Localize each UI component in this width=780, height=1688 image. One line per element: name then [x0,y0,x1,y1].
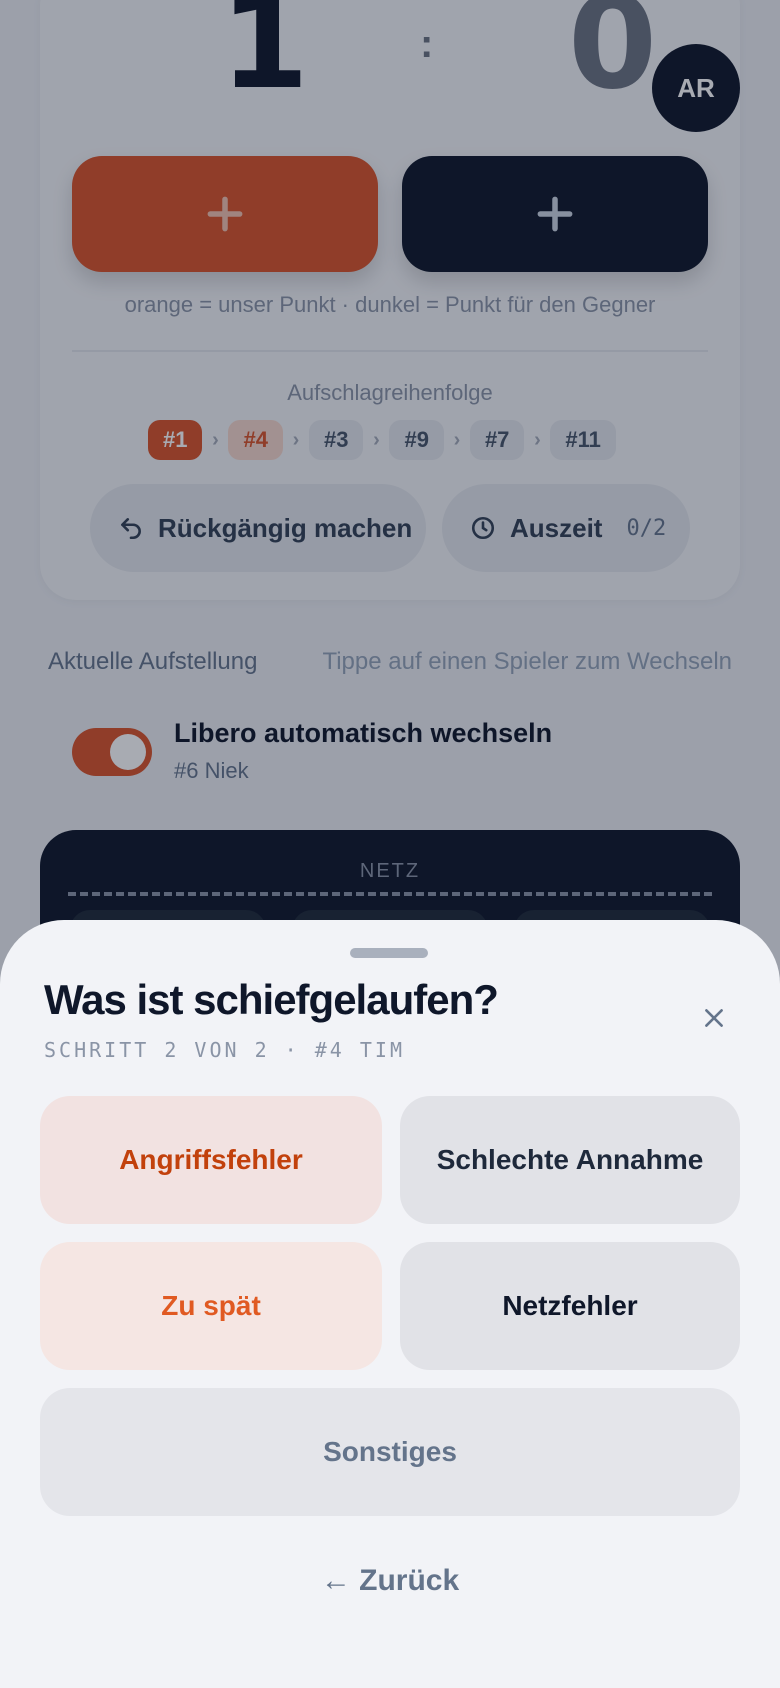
bottom-sheet: Was ist schiefgelaufen? SCHRITT 2 VON 2 … [0,920,780,1688]
option-too-late[interactable]: Zu spät [40,1242,382,1370]
option-attack-error[interactable]: Angriffsfehler [40,1096,382,1224]
option-net-fault[interactable]: Netzfehler [400,1242,740,1370]
back-button[interactable]: ← Zurück [0,1564,780,1598]
option-other[interactable]: Sonstiges [40,1388,740,1516]
close-icon [705,1009,723,1027]
option-bad-reception[interactable]: Schlechte Annahme [400,1096,740,1224]
sheet-title: Was ist schiefgelaufen? [44,976,499,1023]
close-button[interactable] [698,1002,730,1034]
step-indicator: SCHRITT 2 VON 2 · #4 TIM [44,1038,405,1062]
sheet-grabber[interactable] [350,948,428,958]
